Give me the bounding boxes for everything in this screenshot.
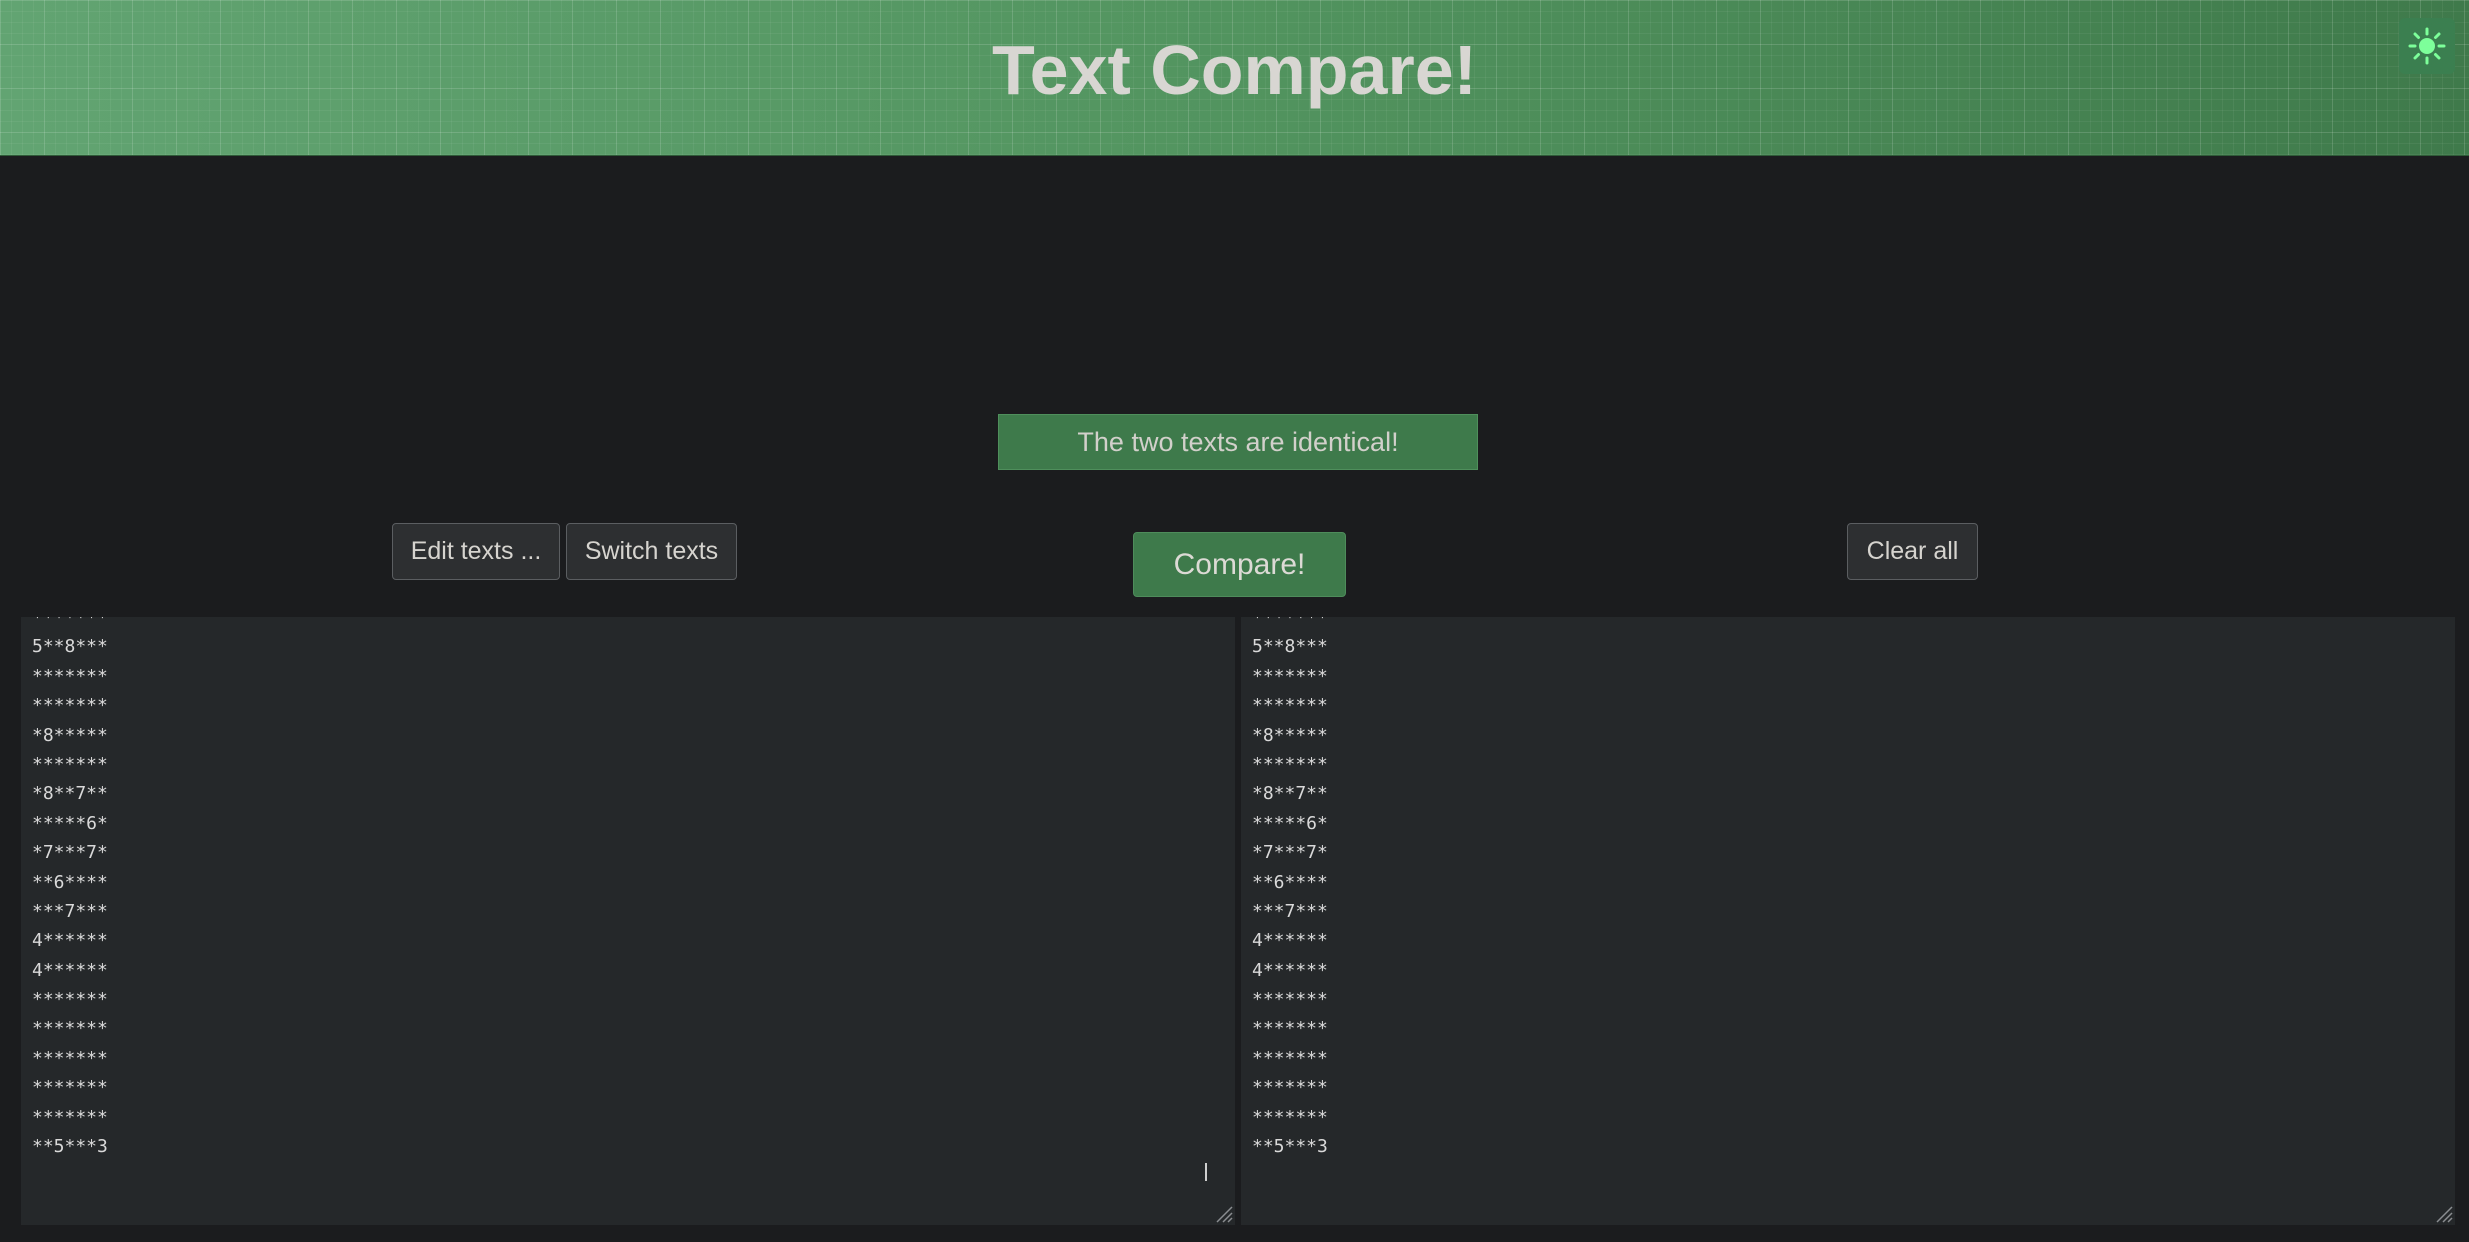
sun-icon — [2408, 27, 2446, 65]
compare-button[interactable]: Compare! — [1133, 532, 1346, 597]
resize-grip-icon[interactable] — [2433, 1203, 2453, 1223]
page-header: Text Compare! — [0, 0, 2469, 156]
text-line: ******* — [32, 665, 108, 687]
text-line: 4****** — [32, 959, 108, 981]
text-line: **6**** — [32, 871, 108, 893]
text-line: *8***** — [1252, 724, 1328, 746]
text-line: **6**** — [1252, 871, 1328, 893]
text-line: ******* — [1252, 1018, 1328, 1040]
right-text-lines: ******* 5**8*** ******* ******* *8***** … — [1252, 617, 1328, 1161]
text-line: ******* — [32, 1047, 108, 1069]
text-line: *7***7* — [1252, 842, 1328, 864]
text-line: **5***3 — [32, 1136, 108, 1158]
text-line: **5***3 — [1252, 1136, 1328, 1158]
theme-toggle-button[interactable] — [2399, 18, 2455, 74]
text-cursor — [1205, 1163, 1207, 1181]
text-line: ******* — [32, 695, 108, 717]
text-line: *8**7** — [1252, 783, 1328, 805]
text-line: ******* — [32, 617, 108, 628]
edit-texts-button[interactable]: Edit texts ... — [392, 523, 560, 580]
text-line: 4****** — [1252, 930, 1328, 952]
clear-all-button[interactable]: Clear all — [1847, 523, 1978, 580]
left-text-lines: ******* 5**8*** ******* ******* *8***** … — [32, 617, 108, 1161]
text-line: *7***7* — [32, 842, 108, 864]
switch-texts-button[interactable]: Switch texts — [566, 523, 737, 580]
text-line: ******* — [1252, 1106, 1328, 1128]
left-text-area[interactable]: ******* 5**8*** ******* ******* *8***** … — [21, 617, 1235, 1225]
status-banner: The two texts are identical! — [998, 414, 1478, 470]
text-line: ******* — [1252, 1077, 1328, 1099]
text-line: *****6* — [32, 812, 108, 834]
text-line: ******* — [32, 1018, 108, 1040]
text-line: ******* — [1252, 695, 1328, 717]
text-line: 4****** — [32, 930, 108, 952]
text-line: ******* — [1252, 1047, 1328, 1069]
text-line: ******* — [1252, 753, 1328, 775]
text-line: ******* — [32, 1077, 108, 1099]
text-line: ******* — [32, 1106, 108, 1128]
text-line: ******* — [32, 989, 108, 1011]
text-line: ******* — [1252, 665, 1328, 687]
text-line: 5**8*** — [1252, 636, 1328, 658]
text-line: 5**8*** — [32, 636, 108, 658]
text-line: ******* — [1252, 617, 1328, 628]
text-line: ***7*** — [1252, 900, 1328, 922]
right-text-area[interactable]: ******* 5**8*** ******* ******* *8***** … — [1241, 617, 2455, 1225]
resize-grip-icon[interactable] — [1213, 1203, 1233, 1223]
text-line: ******* — [32, 753, 108, 775]
text-line: *****6* — [1252, 812, 1328, 834]
text-line: *8***** — [32, 724, 108, 746]
text-line: 4****** — [1252, 959, 1328, 981]
page-title: Text Compare! — [992, 31, 1477, 109]
text-line: ******* — [1252, 989, 1328, 1011]
text-line: *8**7** — [32, 783, 108, 805]
text-line: ***7*** — [32, 900, 108, 922]
